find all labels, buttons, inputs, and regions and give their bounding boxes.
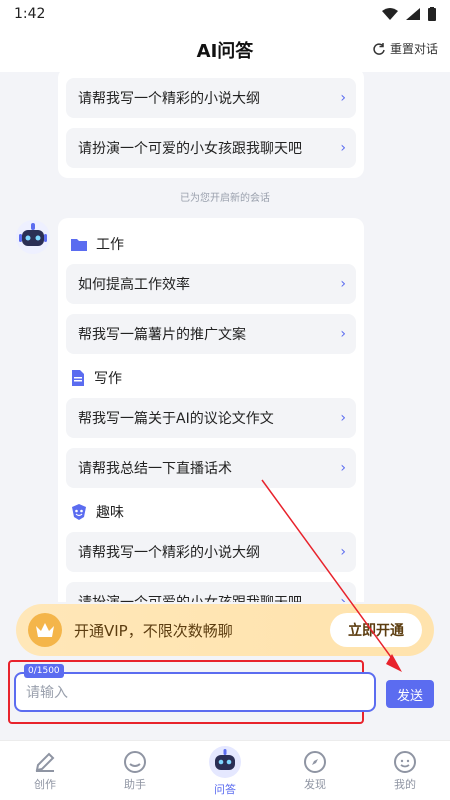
refresh-icon xyxy=(373,42,385,55)
profile-icon xyxy=(394,750,416,773)
message-input[interactable] xyxy=(14,672,376,712)
reset-label: 重置对话 xyxy=(389,42,438,56)
suggestion-item[interactable]: 如何提高工作效率 › xyxy=(66,264,356,304)
nav-item-create[interactable]: 创作 xyxy=(10,750,80,792)
chevron-right-icon: › xyxy=(340,276,346,292)
chevron-right-icon: › xyxy=(340,460,346,476)
message-input-wrapper xyxy=(14,672,376,712)
send-button[interactable]: 发送 xyxy=(386,680,434,708)
chevron-right-icon: › xyxy=(340,140,346,156)
char-counter: 0/1500 xyxy=(24,664,64,678)
status-bar: 1:42 xyxy=(0,0,450,28)
chevron-right-icon: › xyxy=(340,90,346,106)
bot-avatar-icon xyxy=(16,220,50,254)
chevron-right-icon: › xyxy=(340,544,346,560)
signal-icon xyxy=(406,8,420,20)
crown-icon xyxy=(28,613,62,647)
fun-icon xyxy=(72,504,86,520)
robot-icon xyxy=(209,745,241,778)
nav-item-qa[interactable]: 问答 xyxy=(190,745,260,797)
app-header: AI问答 重置对话 xyxy=(0,28,450,72)
status-icons xyxy=(382,7,436,21)
compass-icon xyxy=(304,750,326,773)
page-title: AI问答 xyxy=(196,41,254,62)
suggestion-card-top: 请帮我写一个精彩的小说大纲 › 请扮演一个可爱的小女孩跟我聊天吧 › xyxy=(58,72,364,178)
suggestion-item[interactable]: 帮我写一篇关于AI的议论文作文 › xyxy=(66,398,356,438)
suggestion-item[interactable]: 帮我写一篇薯片的推广文案 › xyxy=(66,314,356,354)
section-fun: 趣味 xyxy=(70,498,352,526)
section-work: 工作 xyxy=(70,230,352,258)
vip-text: 开通VIP，不限次数畅聊 xyxy=(74,621,233,640)
reset-conversation-button[interactable]: 重置对话 xyxy=(372,40,438,57)
folder-icon xyxy=(71,239,87,251)
chevron-right-icon: › xyxy=(340,326,346,342)
open-vip-button[interactable]: 立即开通 xyxy=(330,613,422,647)
section-writing: 写作 xyxy=(70,364,352,392)
smile-icon xyxy=(124,750,146,773)
document-icon xyxy=(72,370,84,386)
new-session-notice: 已为您开启新的会话 xyxy=(180,193,270,204)
wifi-icon xyxy=(382,8,398,20)
suggestion-item[interactable]: 请帮我写一个精彩的小说大纲 › xyxy=(66,532,356,572)
suggestion-item[interactable]: 请帮我写一个精彩的小说大纲 › xyxy=(66,78,356,118)
chevron-right-icon: › xyxy=(340,594,346,602)
chevron-right-icon: › xyxy=(340,410,346,426)
nav-item-discover[interactable]: 发现 xyxy=(280,750,350,792)
nav-item-assistant[interactable]: 助手 xyxy=(100,750,170,792)
suggestion-item[interactable]: 请扮演一个可爱的小女孩跟我聊天吧 › xyxy=(66,582,356,602)
pencil-icon xyxy=(35,752,55,772)
chat-area[interactable]: 请帮我写一个精彩的小说大纲 › 请扮演一个可爱的小女孩跟我聊天吧 › 已为您开启… xyxy=(0,72,450,602)
nav-item-mine[interactable]: 我的 xyxy=(370,750,440,792)
battery-icon xyxy=(428,7,436,21)
bot-suggestion-card: 工作 如何提高工作效率 › 帮我写一篇薯片的推广文案 › 写作 帮我写一篇关于A… xyxy=(58,218,364,602)
suggestion-item[interactable]: 请扮演一个可爱的小女孩跟我聊天吧 › xyxy=(66,128,356,168)
suggestion-item[interactable]: 请帮我总结一下直播话术 › xyxy=(66,448,356,488)
status-time: 1:42 xyxy=(14,6,46,22)
vip-banner[interactable]: 开通VIP，不限次数畅聊 立即开通 xyxy=(16,604,434,656)
bottom-navigation: 创作 助手 问答 发现 我的 xyxy=(0,740,450,800)
